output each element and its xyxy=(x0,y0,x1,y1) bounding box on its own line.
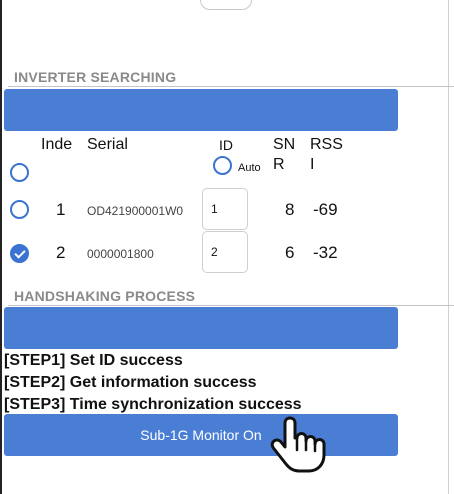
col-header-serial: Serial xyxy=(87,136,128,153)
col-header-rssi-line1: RSS xyxy=(310,136,343,153)
row-1-index: 1 xyxy=(56,200,66,219)
row-1-rssi: -69 xyxy=(313,200,338,219)
col-header-rssi-line2: I xyxy=(310,156,315,173)
col-header-snr-line2: R xyxy=(273,156,285,173)
row-2-radio-checked[interactable] xyxy=(10,244,29,263)
row-2-serial: 0000001800 xyxy=(87,247,154,261)
handshaking-process-header: HANDSHAKING PROCESS xyxy=(14,288,196,304)
sub1g-monitor-button[interactable]: Sub-1G Monitor On xyxy=(4,414,398,456)
select-all-radio[interactable] xyxy=(10,163,29,182)
step-3-message: [STEP3] Time synchronization success xyxy=(4,396,302,413)
row-1-serial: OD421900001W0 xyxy=(87,204,184,218)
handshaking-button[interactable] xyxy=(4,307,398,349)
row-2-id-input[interactable] xyxy=(202,231,248,273)
inverter-searching-header: INVERTER SEARCHING xyxy=(14,69,177,85)
auto-label: Auto xyxy=(238,162,261,174)
step-2-message: [STEP2] Get information success xyxy=(4,374,257,391)
col-header-id: ID xyxy=(219,137,233,153)
row-1-snr: 8 xyxy=(285,200,295,219)
hand-pointer-icon xyxy=(270,416,326,473)
auto-id-radio[interactable] xyxy=(213,156,232,175)
row-1-radio[interactable] xyxy=(10,200,29,219)
section-divider xyxy=(8,305,454,306)
inverter-search-button[interactable] xyxy=(4,89,398,131)
sub1g-monitor-label: Sub-1G Monitor On xyxy=(140,427,262,443)
row-2-index: 2 xyxy=(56,243,66,262)
step-1-message: [STEP1] Set ID success xyxy=(4,352,183,369)
top-handle[interactable] xyxy=(200,0,252,10)
row-2-snr: 6 xyxy=(285,243,295,262)
col-header-snr-line1: SN xyxy=(273,136,296,153)
section-divider xyxy=(8,86,454,87)
window-left-border xyxy=(0,0,2,494)
row-1-id-input[interactable] xyxy=(202,188,248,230)
window-right-border xyxy=(448,0,449,494)
col-header-index: Inde xyxy=(41,136,73,153)
row-2-rssi: -32 xyxy=(313,243,338,262)
